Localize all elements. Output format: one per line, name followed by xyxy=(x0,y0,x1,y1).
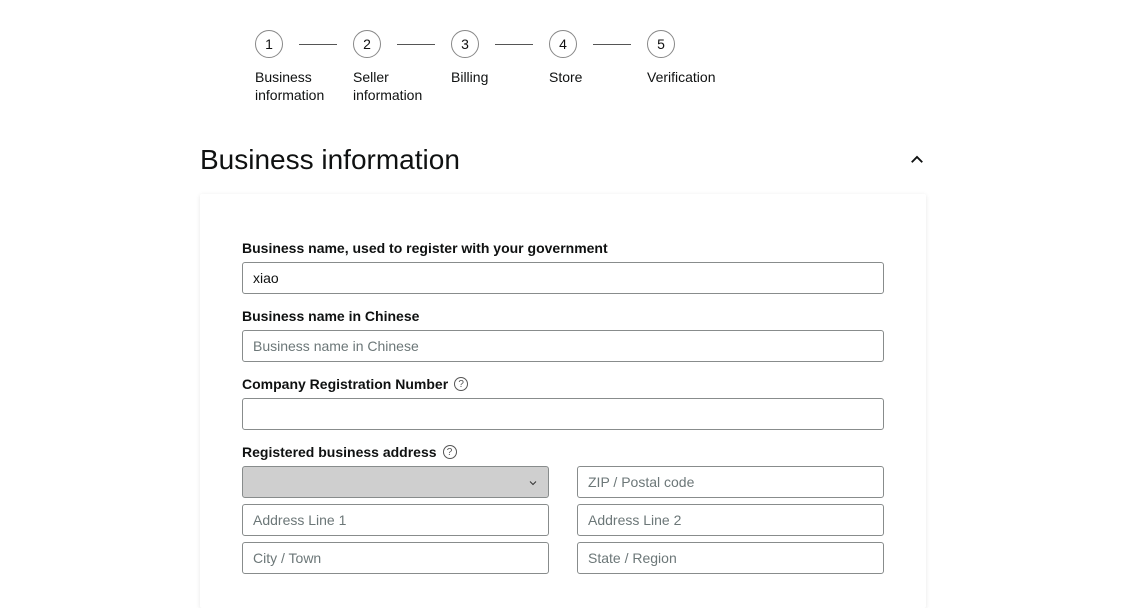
business-name-label: Business name, used to register with you… xyxy=(242,240,884,256)
step-number: 2 xyxy=(353,30,381,58)
registered-address-label: Registered business address ? xyxy=(242,444,884,460)
registered-address-label-text: Registered business address xyxy=(242,444,437,460)
zip-input[interactable] xyxy=(577,466,884,498)
step-billing: 3 Billing xyxy=(451,30,549,86)
help-icon[interactable]: ? xyxy=(454,377,468,391)
business-name-input[interactable] xyxy=(242,262,884,294)
step-label: Verification xyxy=(647,68,715,86)
company-reg-label-text: Company Registration Number xyxy=(242,376,448,392)
step-store: 4 Store xyxy=(549,30,647,86)
field-registered-address: Registered business address ? xyxy=(242,444,884,574)
state-input[interactable] xyxy=(577,542,884,574)
step-connector xyxy=(593,44,631,45)
step-seller-information: 2 Seller information xyxy=(353,30,451,104)
step-number: 5 xyxy=(647,30,675,58)
step-number: 4 xyxy=(549,30,577,58)
field-business-name: Business name, used to register with you… xyxy=(242,240,884,294)
field-company-reg: Company Registration Number ? xyxy=(242,376,884,430)
section-header: Business information xyxy=(200,144,926,176)
step-label: Business information xyxy=(255,68,324,104)
step-business-information: 1 Business information xyxy=(255,30,353,104)
address-line-2-input[interactable] xyxy=(577,504,884,536)
step-connector xyxy=(495,44,533,45)
city-input[interactable] xyxy=(242,542,549,574)
step-label: Store xyxy=(549,68,582,86)
business-name-cn-label: Business name in Chinese xyxy=(242,308,884,324)
help-icon[interactable]: ? xyxy=(443,445,457,459)
step-number: 3 xyxy=(451,30,479,58)
business-information-card: Business name, used to register with you… xyxy=(200,194,926,608)
company-reg-label: Company Registration Number ? xyxy=(242,376,884,392)
company-reg-input[interactable] xyxy=(242,398,884,430)
address-line-1-input[interactable] xyxy=(242,504,549,536)
collapse-toggle[interactable] xyxy=(908,151,926,169)
progress-stepper: 1 Business information 2 Seller informat… xyxy=(255,30,1086,104)
step-connector xyxy=(299,44,337,45)
business-name-cn-input[interactable] xyxy=(242,330,884,362)
step-label: Seller information xyxy=(353,68,422,104)
step-label: Billing xyxy=(451,68,488,86)
step-verification: 5 Verification xyxy=(647,30,715,86)
country-select[interactable] xyxy=(242,466,549,498)
step-connector xyxy=(397,44,435,45)
field-business-name-cn: Business name in Chinese xyxy=(242,308,884,362)
step-number: 1 xyxy=(255,30,283,58)
section-title: Business information xyxy=(200,144,460,176)
